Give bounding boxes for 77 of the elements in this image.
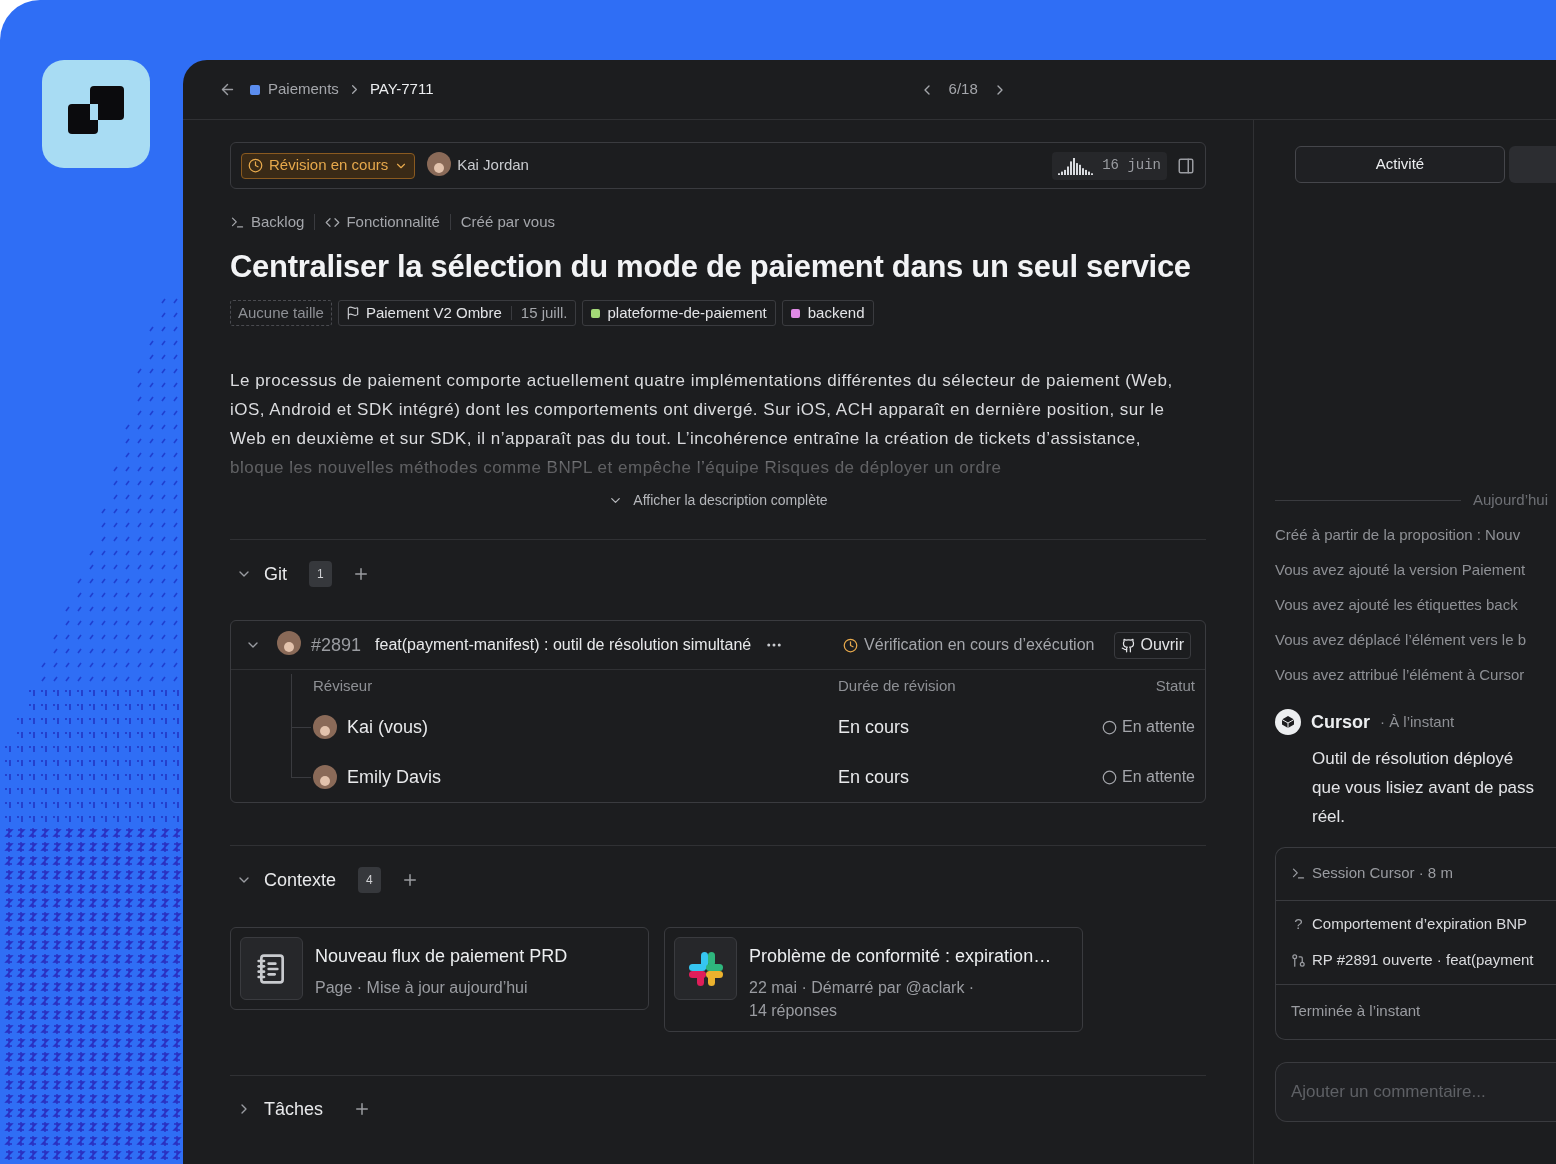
day-divider: Aujourd’hui: [1472, 490, 1548, 510]
pr-title[interactable]: feat(payment-manifest) : outil de résolution simultané: [375, 633, 752, 657]
card-title: Problème de conformité : expiration…: [749, 945, 1052, 968]
clock-icon: [843, 637, 859, 653]
comment-author: Cursor: [1311, 710, 1370, 734]
session-title: Session Cursor · 8 m: [1312, 863, 1453, 884]
app-logo[interactable]: [42, 60, 150, 168]
activity-event: Vous avez ajouté les étiquettes back: [1275, 594, 1519, 615]
comment-text: Outil de résolution déployé: [1312, 747, 1515, 770]
meta-label[interactable]: Backlog: [251, 211, 305, 234]
avatar: [277, 631, 301, 655]
activity-event: Créé à partir de la proposition : Nouv: [1275, 524, 1522, 545]
terminal-icon: [1291, 866, 1306, 881]
avatar: [313, 765, 337, 789]
comment-text: réel.: [1312, 805, 1347, 828]
pr-number: #2891: [311, 633, 362, 657]
due-date: 16 juin: [1102, 156, 1161, 175]
pending-icon: [1102, 769, 1118, 785]
column-header: Durée de révision: [838, 675, 957, 696]
review-status: En attente: [1122, 767, 1195, 787]
pull-request-icon: [1291, 952, 1306, 968]
card-title: Nouveau flux de paiement PRD: [315, 945, 568, 968]
avatar: [427, 151, 452, 176]
github-icon: [1121, 637, 1137, 653]
context-card[interactable]: Problème de conformité : expiration… 22 mai · Démarré par @aclark · 14 réponses: [664, 927, 1083, 1032]
table-cell-text: En cours: [838, 715, 911, 739]
reviewer-name: Kai (vous): [347, 715, 429, 739]
issue-id: PAY-7711: [369, 79, 434, 100]
question-mark: ?: [1293, 913, 1304, 934]
issue-title: Centraliser la sélection du mode de paiement dans un seul service: [230, 247, 1192, 286]
count-badge: 1: [309, 561, 332, 587]
card-subtitle: 22 mai · Démarré par @aclark ·: [749, 978, 976, 998]
column-header: Réviseur: [313, 675, 374, 696]
assignee-name: Kai Jordan: [457, 155, 529, 176]
release-tag[interactable]: Paiement V2 Ombre 15 juill.: [337, 300, 576, 326]
card-subtitle: Page · Mise à jour aujourd’hui: [315, 978, 529, 998]
comment-field[interactable]: Ajouter un commentaire...: [1275, 1061, 1556, 1122]
flag-icon: [345, 306, 360, 320]
panel-toggle-icon[interactable]: [1177, 156, 1195, 175]
session-footer: Terminée à l’instant: [1276, 984, 1556, 1039]
section-title: Tâches: [264, 1097, 324, 1121]
label-tag[interactable]: plateforme-de-paiement: [581, 300, 776, 326]
activity-event: Vous avez attribué l’élément à Cursor: [1275, 664, 1526, 685]
chat-app-icon: [686, 949, 725, 988]
section-title: Git: [264, 562, 287, 586]
back-icon[interactable]: [219, 81, 236, 98]
context-card[interactable]: Nouveau flux de paiement PRD Page · Mise à jour aujourd’hui: [230, 927, 649, 1010]
breadcrumb-link[interactable]: Paiements: [268, 78, 339, 101]
pager-count: 6/18: [948, 79, 978, 100]
reviewer-name: Emily Davis: [347, 765, 441, 789]
review-status: En attente: [1122, 717, 1195, 737]
comment-time: · À l’instant: [1380, 711, 1455, 732]
show-more-button[interactable]: Afficher la description complète: [608, 490, 828, 511]
column-header: Statut: [1155, 675, 1195, 696]
session-item: Comportement d’expiration BNP: [1312, 913, 1528, 934]
comment-text: que vous lisiez avant de pass: [1312, 776, 1536, 799]
count-badge: 4: [358, 867, 381, 893]
label-tag[interactable]: backend: [781, 300, 874, 326]
session-item: RP #2891 ouverte · feat(payment: [1312, 950, 1534, 970]
pending-icon: [1102, 719, 1118, 735]
activity-event: Vous avez ajouté la version Paiement: [1275, 559, 1527, 580]
clock-icon: [248, 158, 263, 173]
meta-label[interactable]: Fonctionnalité: [346, 211, 440, 234]
meta-label[interactable]: Créé par vous: [460, 211, 555, 234]
activity-event: Vous avez déplacé l’élément vers le b: [1275, 629, 1527, 650]
description: Le processus de paiement comporte actuellement quatre implémentations différentes du sélecteur de paiement (Web, iOS, Android et SDK intégré) dont les comportements ont divergé. Sur iOS, ACH apparaît en dernière position, sur le Web en deuxième et sur SDK, il n’apparaît pas du tout. L’incohérence entraîne la création de tickets d’assistance, bloque les nouvelles méthodes comme BNPL et empêche l’équipe Risques de déployer un ordre: [230, 370, 1174, 479]
check-status: Vérification en cours d’exécution: [864, 635, 1095, 655]
card-subtitle: 14 réponses: [749, 1001, 839, 1021]
size-tag[interactable]: Aucune taille: [230, 300, 332, 326]
section-title: Contexte: [264, 868, 337, 892]
open-button[interactable]: Ouvrir: [1114, 631, 1191, 659]
table-cell-text: En cours: [838, 765, 911, 789]
status-dropdown[interactable]: Révision en cours: [241, 152, 416, 179]
bot-avatar: [1275, 709, 1301, 735]
terminal-icon: [230, 214, 245, 230]
avatar: [313, 715, 337, 739]
activity-tab[interactable]: Activité: [1295, 146, 1505, 183]
